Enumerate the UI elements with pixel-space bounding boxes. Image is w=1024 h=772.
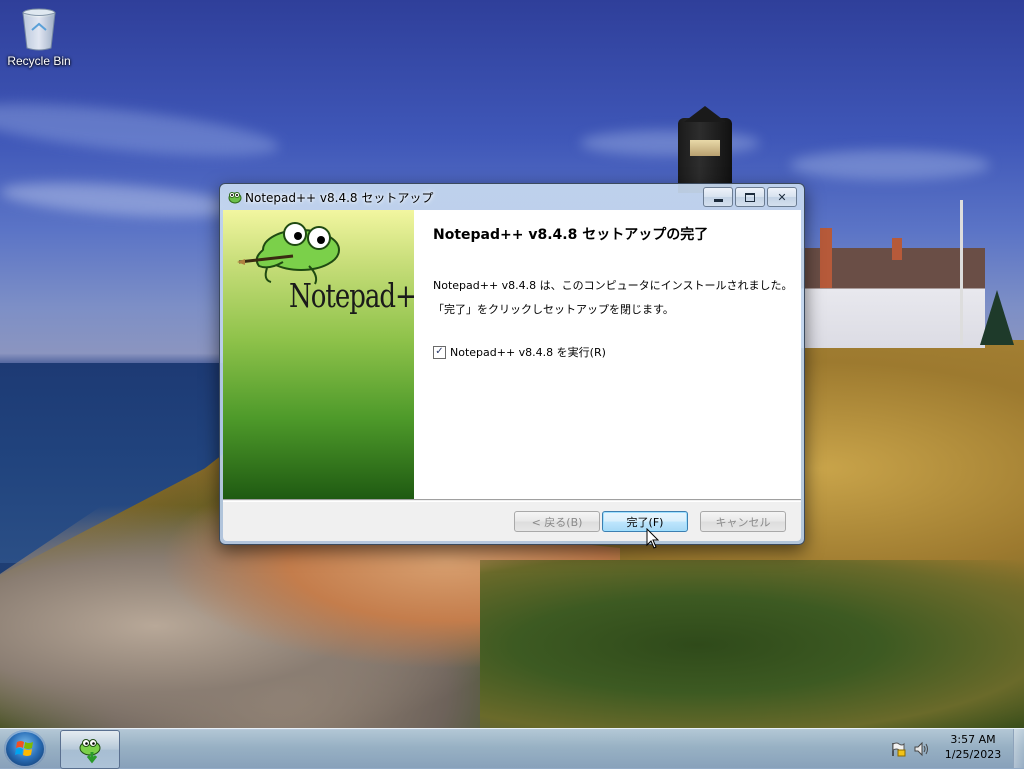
back-button[interactable]: < 戻る(B) <box>514 511 600 532</box>
finish-instruction-message: 「完了」をクリックしセットアップを閉じます。 <box>433 303 674 316</box>
clock-time: 3:57 AM <box>950 733 996 746</box>
finish-button[interactable]: 完了(F) <box>602 511 688 532</box>
run-notepadplusplus-option[interactable]: ✓ Notepad++ v8.4.8 を実行(R) <box>433 344 606 360</box>
volume-icon[interactable] <box>913 741 931 761</box>
run-notepadplusplus-checkbox[interactable]: ✓ <box>433 345 446 359</box>
install-complete-message: Notepad++ v8.4.8 は、このコンピュータにインストールされました。 <box>433 279 793 292</box>
wallpaper-tree <box>980 290 1014 345</box>
clock-date: 1/25/2023 <box>944 748 1002 761</box>
close-icon: ✕ <box>777 190 787 204</box>
recycle-bin-desktop-icon[interactable]: Recycle Bin <box>4 6 74 76</box>
recycle-bin-icon <box>22 8 56 51</box>
notepadplusplus-app-icon <box>226 189 242 209</box>
page-title: Notepad++ v8.4.8 セットアップの完了 <box>433 227 709 243</box>
wallpaper-lighthouse-lamp <box>690 140 720 156</box>
show-desktop-button[interactable] <box>1013 729 1024 768</box>
windows-logo-icon <box>15 741 33 756</box>
notepadplusplus-chameleon-logo <box>237 222 340 285</box>
wallpaper-flagpole <box>960 200 963 345</box>
mouse-pointer-icon <box>646 527 660 554</box>
wallpaper-cloud <box>790 150 990 180</box>
minimize-icon <box>713 198 723 202</box>
notepadplusplus-installer-icon <box>79 738 101 763</box>
wallpaper-grass <box>480 560 1024 730</box>
window-titlebar[interactable]: Notepad++ v8.4.8 セットアップ ✕ <box>220 184 804 210</box>
wallpaper-chimney <box>820 228 832 288</box>
action-center-flag-icon[interactable] <box>890 741 906 761</box>
recycle-bin-label: Recycle Bin <box>7 54 71 68</box>
checkmark-icon: ✓ <box>435 346 444 357</box>
cancel-button[interactable]: キャンセル <box>700 511 786 532</box>
dialog-content-panel: Notepad++ v8.4.8 セットアップの完了 Notepad++ v8.… <box>414 210 801 499</box>
window-title: Notepad++ v8.4.8 セットアップ <box>245 191 434 205</box>
wallpaper-cloud <box>580 130 760 156</box>
taskbar <box>0 728 1024 769</box>
run-notepadplusplus-label[interactable]: Notepad++ v8.4.8 を実行(R) <box>450 344 606 360</box>
dialog-client-area: Notepad++ Notepad++ v8.4.8 セットアップの完了 Not… <box>223 210 801 541</box>
taskbar-clock[interactable]: 3:57 AM 1/25/2023 <box>940 732 1006 762</box>
start-button[interactable] <box>4 730 46 768</box>
maximize-button[interactable] <box>735 187 765 207</box>
setup-dialog-window: Notepad++ v8.4.8 セットアップ ✕ Notepad+ Notep… <box>219 183 805 545</box>
close-button[interactable]: ✕ <box>767 187 797 207</box>
banner-logo-text: Notepad++ <box>289 278 414 316</box>
taskbar-notepadplusplus-setup-button[interactable] <box>60 730 120 769</box>
wallpaper-cloud <box>0 176 241 224</box>
minimize-button[interactable] <box>703 187 733 207</box>
notepadplusplus-banner: Notepad++ <box>223 210 414 499</box>
wallpaper-lighthouse-cap <box>684 106 726 122</box>
maximize-icon <box>745 192 755 202</box>
wallpaper-cloud <box>0 93 282 167</box>
wallpaper-chimney <box>892 238 902 260</box>
button-bar-divider <box>223 499 801 502</box>
